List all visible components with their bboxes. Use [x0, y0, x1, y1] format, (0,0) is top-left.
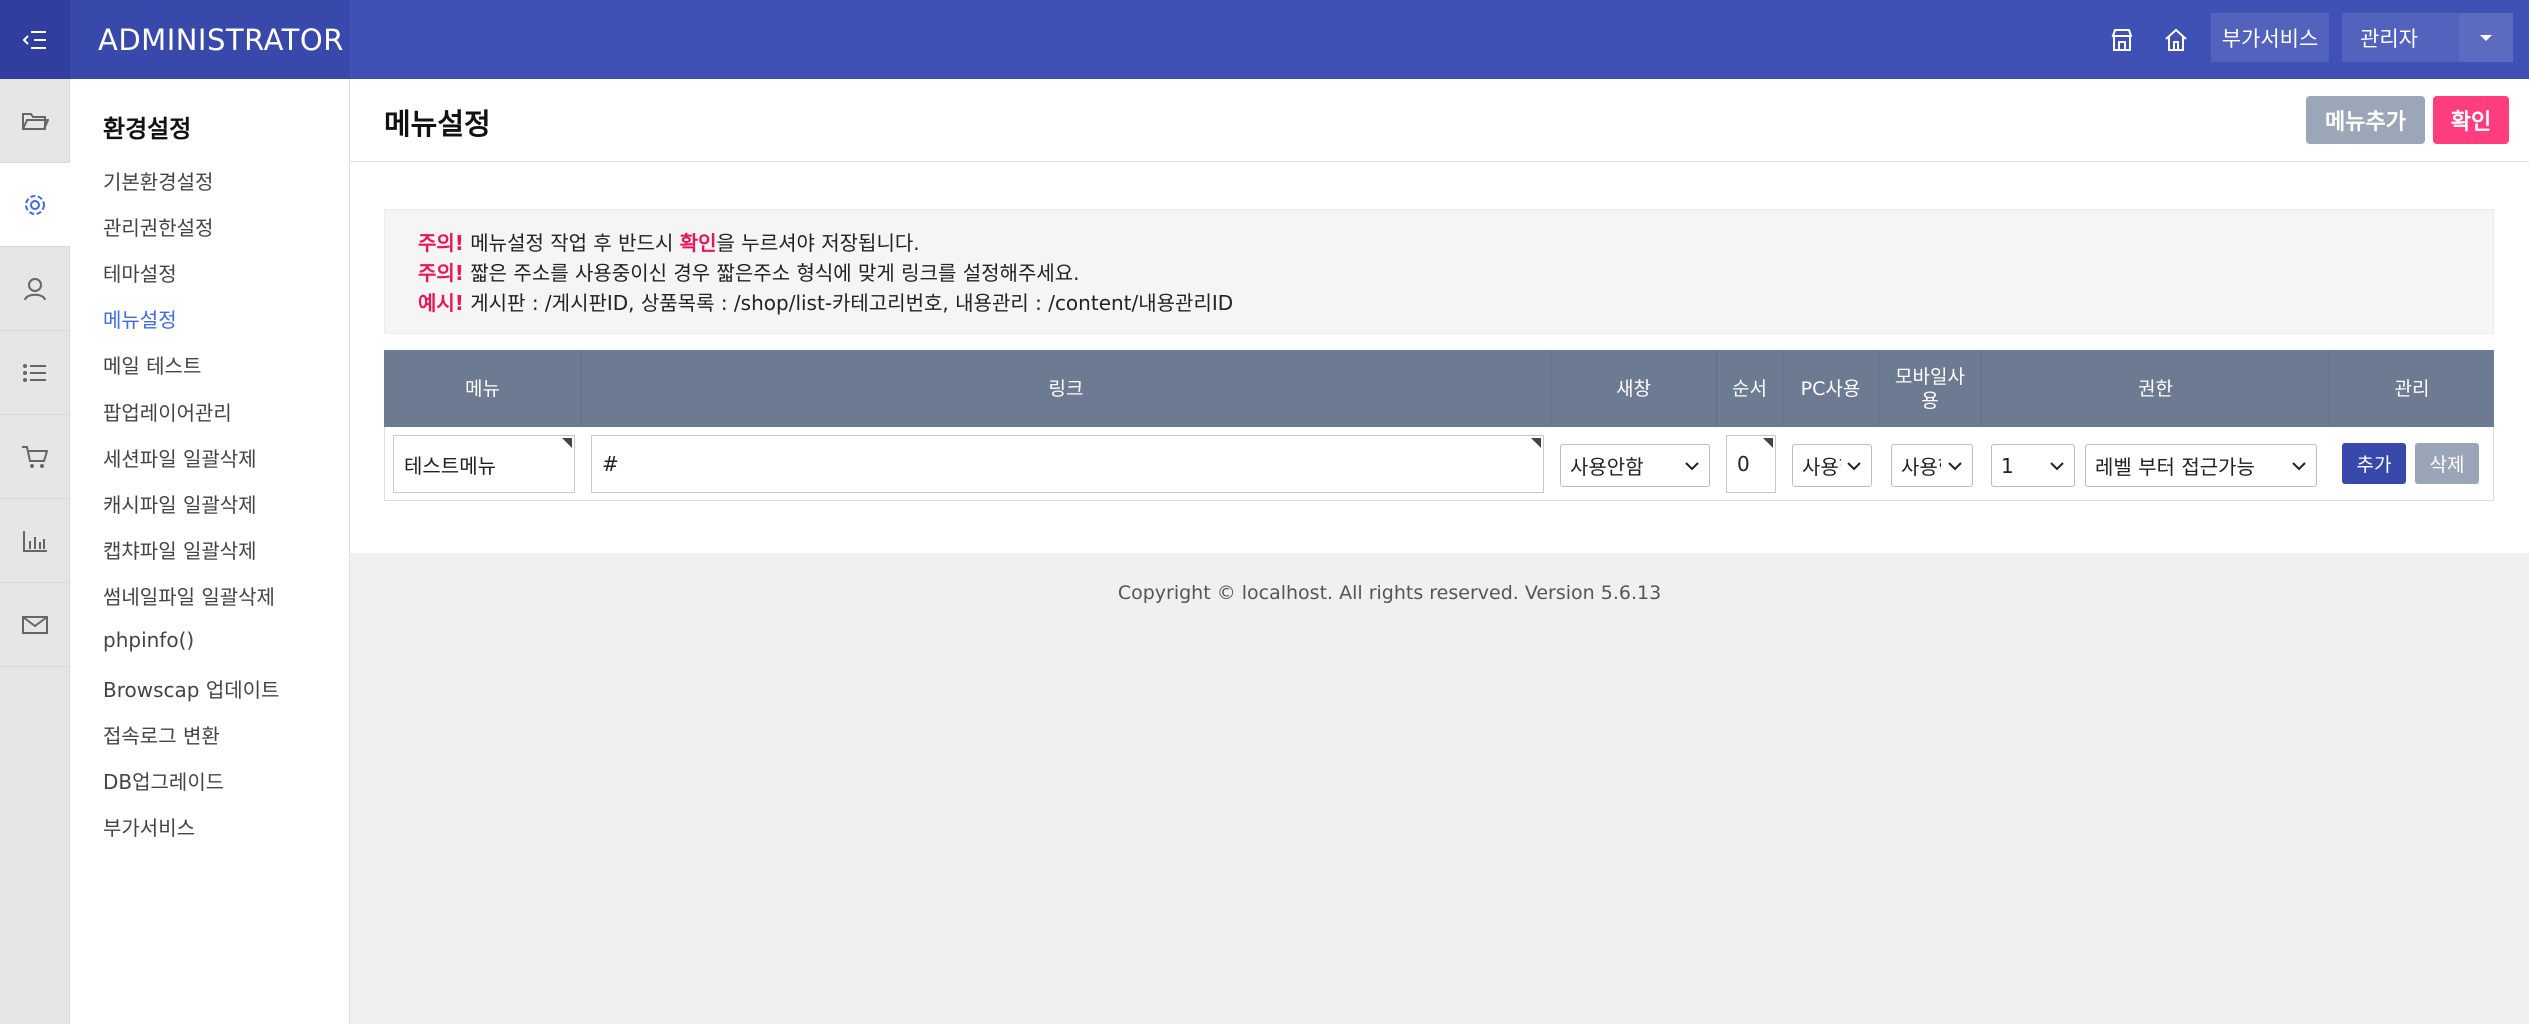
settings-submenu: 환경설정 기본환경설정 관리권한설정 테마설정 메뉴설정 메일 테스트 팝업레이… — [70, 79, 350, 1024]
rail-item-board[interactable] — [0, 331, 70, 415]
row-add-button[interactable]: 추가 — [2342, 443, 2406, 484]
top-header: ADMINISTRATOR 부가서비스 관리자 — [0, 0, 2529, 79]
confirm-button[interactable]: 확인 — [2433, 96, 2509, 144]
menu-collapse-button[interactable] — [0, 0, 70, 79]
menu-collapse-icon — [22, 30, 46, 49]
resize-corner — [562, 438, 572, 448]
chevron-down-icon — [1948, 462, 1962, 471]
folder-icon — [22, 112, 49, 130]
icon-rail — [0, 79, 70, 1024]
user-menu-toggle[interactable] — [2459, 13, 2513, 62]
mobile-use-select[interactable]: 사용함 — [1891, 444, 1973, 487]
title-divider — [350, 161, 2529, 162]
footer-copyright: Copyright © localhost. All rights reserv… — [1117, 582, 1662, 604]
cart-icon — [22, 445, 49, 468]
pc-use-select[interactable]: 사용함 — [1792, 444, 1872, 487]
page-title: 메뉴설정 — [384, 107, 491, 141]
submenu-item-browscap[interactable]: Browscap 업데이트 — [103, 674, 279, 703]
column-header-manage: 관리 — [2394, 377, 2430, 400]
submenu-item-theme[interactable]: 테마설정 — [103, 258, 177, 287]
caret-down-icon — [2480, 34, 2492, 41]
chevron-down-icon — [1685, 462, 1699, 471]
rail-item-mail[interactable] — [0, 583, 70, 667]
rail-item-stats[interactable] — [0, 499, 70, 583]
submenu-item-admin-permissions[interactable]: 관리권한설정 — [103, 212, 213, 241]
level-select[interactable]: 1 — [1991, 444, 2075, 487]
rail-item-folder[interactable] — [0, 79, 70, 163]
home-button[interactable] — [2158, 22, 2194, 58]
order-input[interactable]: 0 — [1726, 435, 1776, 493]
submenu-item-cache-delete[interactable]: 캐시파일 일괄삭제 — [103, 489, 257, 518]
row-delete-button[interactable]: 삭제 — [2415, 443, 2479, 484]
submenu-item-mail-test[interactable]: 메일 테스트 — [103, 350, 201, 379]
submenu-title: 환경설정 — [103, 115, 192, 143]
chevron-down-icon — [1847, 462, 1861, 471]
submenu-item-thumbnail-delete[interactable]: 썸네일파일 일괄삭제 — [103, 581, 275, 610]
menu-name-input[interactable]: 테스트메뉴 — [393, 435, 575, 493]
notice-box: 주의! 메뉴설정 작업 후 반드시 확인을 누르셔야 저장됩니다. 주의! 짧은… — [384, 209, 2494, 334]
add-menu-button[interactable]: 메뉴추가 — [2306, 96, 2425, 144]
column-header-menu: 메뉴 — [384, 350, 582, 427]
submenu-item-log-convert[interactable]: 접속로그 변환 — [103, 720, 220, 749]
resize-corner — [1531, 438, 1541, 448]
rail-item-settings[interactable] — [0, 163, 70, 247]
submenu-item-basic-settings[interactable]: 기본환경설정 — [103, 166, 213, 195]
list-icon — [23, 363, 46, 382]
submenu-item-services[interactable]: 부가서비스 — [103, 812, 195, 841]
link-input[interactable]: # — [591, 435, 1544, 493]
submenu-item-session-delete[interactable]: 세션파일 일괄삭제 — [103, 443, 257, 472]
notice-line-3: 예시! 게시판 : /게시판ID, 상품목록 : /shop/list-카테고리… — [418, 291, 1234, 315]
user-menu-button[interactable]: 관리자 — [2342, 13, 2459, 62]
column-header-mobile-use: 모바일사 용 — [1879, 350, 1982, 427]
table-row: 테스트메뉴 # 사용안함 0 사용함 사용함 — [384, 427, 2494, 501]
notice-line-2: 주의! 짧은 주소를 사용중이신 경우 짧은주소 형식에 맞게 링크를 설정해주… — [418, 261, 1080, 285]
submenu-item-captcha-delete[interactable]: 캡챠파일 일괄삭제 — [103, 535, 257, 564]
column-header-order: 순서 — [1717, 350, 1783, 427]
home-icon — [2165, 28, 2187, 51]
gear-icon — [25, 194, 45, 215]
rail-item-shop[interactable] — [0, 415, 70, 499]
mail-icon — [22, 615, 48, 634]
user-icon — [24, 277, 46, 300]
column-header-permission: 권한 — [1982, 350, 2330, 427]
chevron-down-icon — [2050, 462, 2064, 471]
permission-select[interactable]: 레벨 부터 접근가능 — [2085, 444, 2317, 487]
main-content: 메뉴설정 메뉴추가 확인 주의! 메뉴설정 작업 후 반드시 확인을 누르셔야 … — [350, 79, 2529, 553]
resize-corner — [1763, 438, 1773, 448]
submenu-item-popup-layer[interactable]: 팝업레이어관리 — [103, 397, 232, 426]
notice-line-1: 주의! 메뉴설정 작업 후 반드시 확인을 누르셔야 저장됩니다. — [418, 231, 920, 255]
submenu-item-menu-settings[interactable]: 메뉴설정 — [103, 304, 177, 333]
column-header-pc-use: PC사용 — [1783, 350, 1879, 427]
submenu-item-db-upgrade[interactable]: DB업그레이드 — [103, 766, 224, 795]
new-window-select[interactable]: 사용안함 — [1560, 444, 1710, 487]
table-header: 메뉴 링크 새창 순서 PC사용 모바일사 용 권한 관리 — [384, 350, 2494, 427]
column-header-link: 링크 — [582, 350, 1551, 427]
store-icon — [2111, 29, 2133, 51]
chart-icon — [23, 530, 47, 552]
submenu-item-phpinfo[interactable]: phpinfo() — [103, 628, 194, 652]
brand-title[interactable]: ADMINISTRATOR — [70, 0, 350, 79]
chevron-down-icon — [2292, 462, 2306, 471]
services-button[interactable]: 부가서비스 — [2211, 13, 2329, 62]
store-button[interactable] — [2104, 22, 2140, 58]
rail-item-members[interactable] — [0, 247, 70, 331]
column-header-new-window: 새창 — [1551, 350, 1717, 427]
